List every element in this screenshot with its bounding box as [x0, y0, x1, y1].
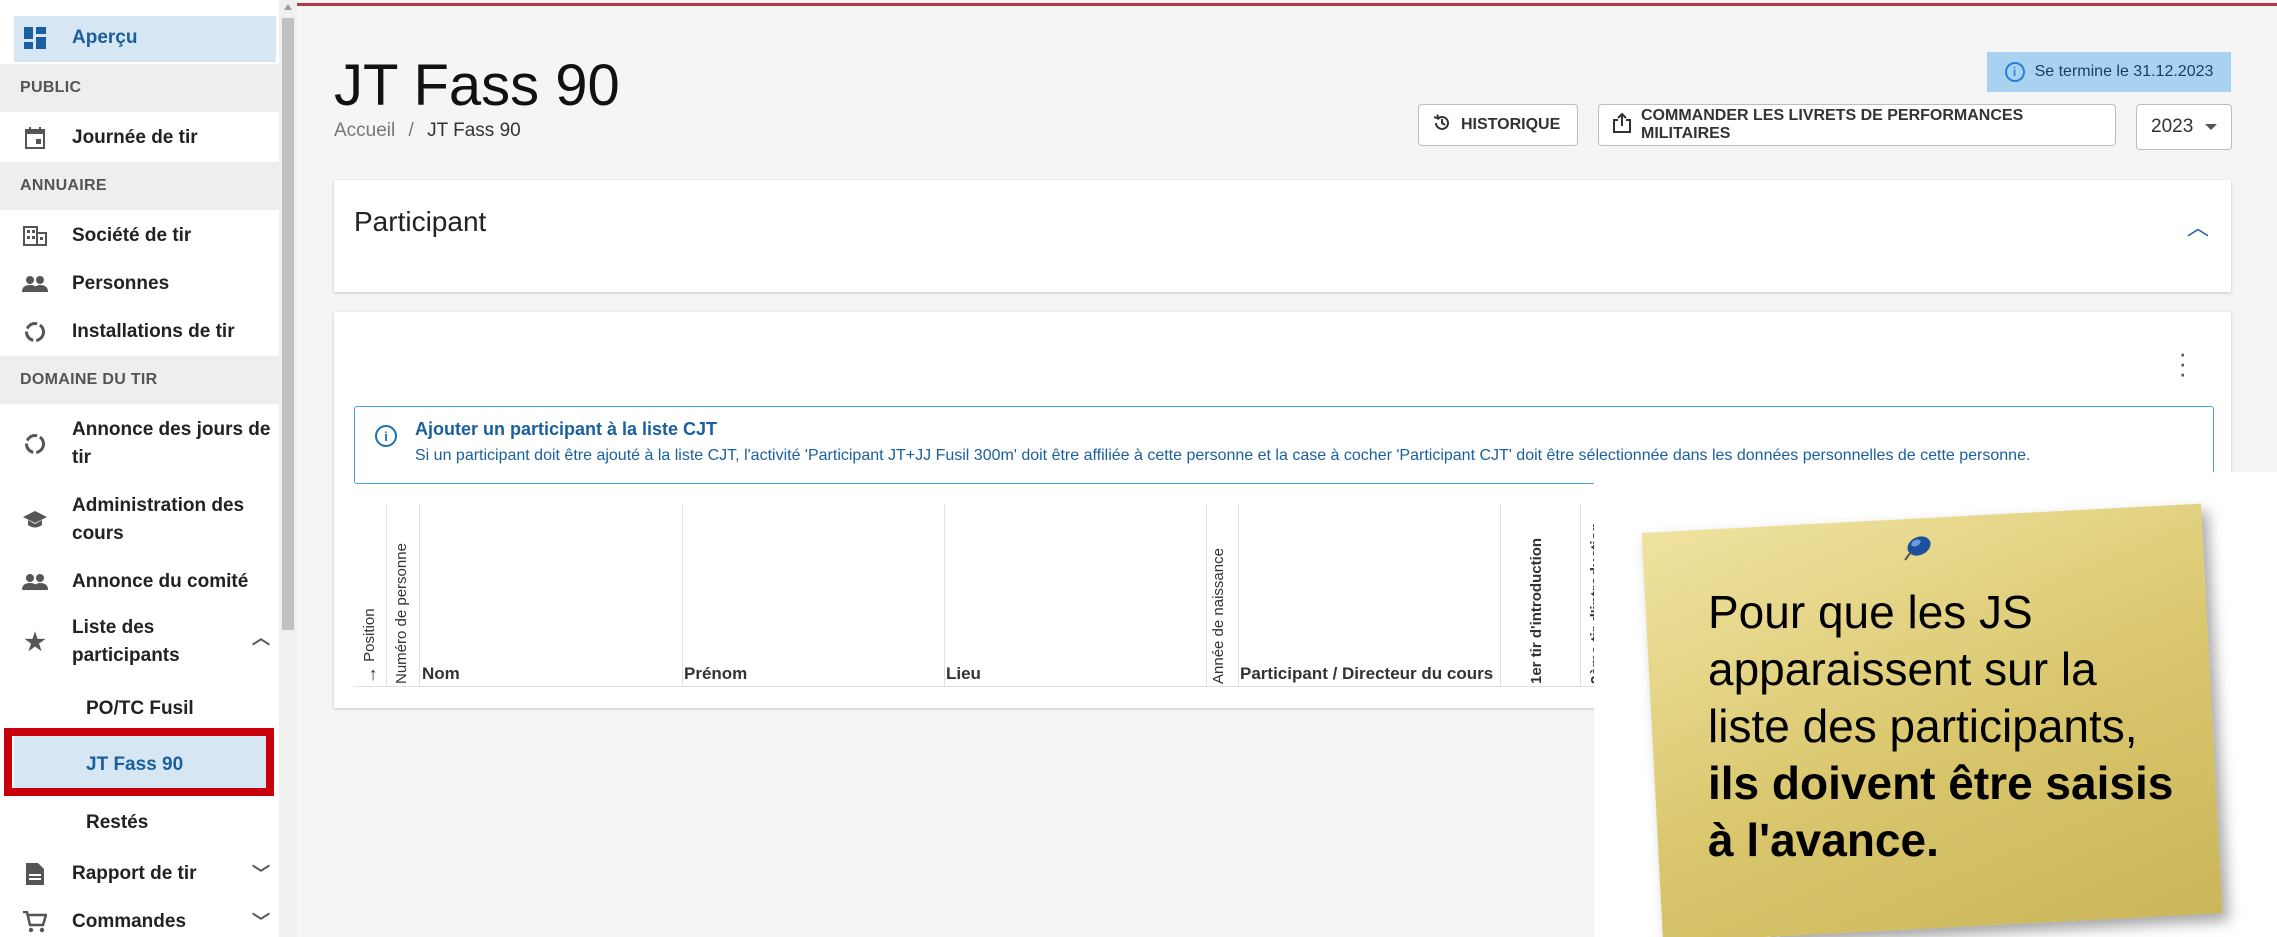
sidebar-scrollbar[interactable] [279, 0, 297, 937]
sidebar-item-liste[interactable]: ★ Liste des participants ︿ [14, 614, 276, 670]
year-select[interactable]: 2023 [2136, 104, 2232, 150]
end-date-badge: i Se termine le 31.12.2023 [1987, 52, 2231, 92]
column-divider [1580, 504, 1581, 686]
sidebar-subitem-po-tc[interactable]: PO/TC Fusil [86, 698, 194, 720]
column-divider [1238, 504, 1239, 686]
column-header-nom[interactable]: Nom [422, 664, 460, 684]
column-divider [386, 504, 387, 686]
sticky-note-plain: Pour que les JS apparaissent sur la list… [1708, 586, 2138, 752]
year-value: 2023 [2151, 116, 2194, 137]
column-header-label: Position [361, 608, 378, 662]
share-icon [1613, 112, 1631, 138]
sidebar-item-admin-cours[interactable]: Administration des cours [14, 492, 276, 548]
sticky-note-bold: ils doivent être saisis à l'avance. [1708, 757, 2174, 866]
column-header-1er-tir[interactable]: 1er tir d'introduction [1528, 534, 1545, 684]
section-domaine: DOMAINE DU TIR [0, 356, 279, 404]
highlight-box [4, 728, 274, 796]
historique-button[interactable]: HISTORIQUE [1418, 104, 1578, 146]
page-title: JT Fass 90 [334, 53, 620, 118]
sidebar-item-label: Annonce du comité [72, 571, 249, 592]
column-divider [1206, 504, 1207, 686]
sidebar-item-installations[interactable]: Installations de tir [14, 318, 276, 346]
sidebar-item-label: Annonce des jours de [72, 419, 271, 440]
sidebar-item-label: Administration des [72, 495, 245, 516]
sidebar-item-label-line2: tir [72, 447, 91, 468]
target-icon [22, 319, 48, 345]
column-header-numero[interactable]: Numéro de personne [393, 528, 410, 684]
sidebar-item-societe[interactable]: Société de tir [14, 222, 276, 250]
building-icon [22, 223, 48, 249]
star-icon: ★ [24, 628, 46, 656]
column-divider [419, 504, 420, 686]
sidebar-item-label: Aperçu [72, 27, 138, 48]
column-header-annee[interactable]: Année de naissance [1210, 538, 1227, 684]
sidebar-item-journee[interactable]: Journée de tir [14, 124, 276, 152]
graduation-cap-icon [22, 507, 48, 533]
sidebar-item-label: Personnes [72, 273, 170, 294]
calendar-icon [22, 125, 48, 151]
document-icon [22, 861, 48, 887]
dropdown-arrow-icon [2205, 124, 2218, 130]
breadcrumb-current: JT Fass 90 [427, 120, 521, 141]
column-divider [682, 504, 683, 686]
participant-card: Participant ︿ [334, 180, 2231, 292]
column-divider [944, 504, 945, 686]
push-pin-icon [1904, 536, 1931, 561]
column-divider [1500, 504, 1501, 686]
scroll-up-arrow-icon[interactable] [284, 4, 292, 10]
section-annuaire: ANNUAIRE [0, 162, 279, 210]
chevron-down-icon[interactable]: ﹀ [252, 908, 270, 934]
sidebar-item-label: Commandes [72, 911, 187, 932]
dashboard-icon [22, 25, 48, 51]
sidebar-item-apercu[interactable]: Aperçu [14, 24, 276, 52]
sidebar-item-label: Société de tir [72, 225, 192, 246]
history-icon [1433, 113, 1451, 137]
chevron-down-icon[interactable]: ﹀ [252, 860, 270, 886]
breadcrumb-home[interactable]: Accueil [334, 120, 395, 141]
target-icon [22, 431, 48, 457]
end-date-text: Se termine le 31.12.2023 [2034, 63, 2214, 80]
more-vert-icon[interactable]: · · · [2178, 340, 2187, 386]
sidebar-item-label: Installations de tir [72, 321, 235, 342]
sidebar-item-annonce-jours[interactable]: Annonce des jours de tir [14, 416, 276, 472]
sidebar-item-label: Rapport de tir [72, 863, 197, 884]
column-header-prenom[interactable]: Prénom [684, 664, 747, 684]
info-alert-heading: Ajouter un participant à la liste CJT [415, 419, 718, 439]
breadcrumb: Accueil / JT Fass 90 [334, 120, 521, 142]
column-header-participant-directeur[interactable]: Participant / Directeur du cours [1240, 664, 1493, 684]
column-header-position[interactable]: → Position [360, 598, 381, 684]
info-icon: i [2004, 62, 2025, 82]
chevron-up-icon[interactable]: ︿ [252, 624, 270, 650]
breadcrumb-separator: / [408, 120, 414, 141]
chevron-up-icon[interactable]: ︿ [2187, 210, 2209, 242]
info-alert-text: Si un participant doit être ajouté à la … [415, 447, 2031, 464]
sidebar-item-rapport[interactable]: Rapport de tir ﹀ [14, 860, 276, 888]
sticky-note-text: Pour que les JS apparaissent sur la list… [1708, 584, 2178, 869]
sidebar-item-label: Journée de tir [72, 127, 198, 148]
info-icon: i [375, 425, 397, 447]
sidebar-item-annonce-comite[interactable]: Annonce du comité [14, 568, 276, 596]
commander-label: COMMANDER LES LIVRETS DE PERFORMANCES MI… [1641, 107, 2024, 142]
scrollbar-thumb[interactable] [282, 18, 294, 630]
column-header-lieu[interactable]: Lieu [946, 664, 981, 684]
participant-card-title: Participant [354, 206, 487, 237]
sidebar-subitem-restes[interactable]: Restés [86, 812, 148, 834]
sort-arrow-icon: → [360, 666, 380, 684]
commander-livrets-button[interactable]: COMMANDER LES LIVRETS DE PERFORMANCES MI… [1598, 104, 2116, 146]
sidebar-item-label-line2: participants [72, 645, 180, 666]
sidebar: Aperçu PUBLIC Journée de tir ANNUAIRE So… [0, 0, 297, 937]
cart-icon [22, 909, 48, 935]
people-icon [22, 271, 48, 297]
section-public: PUBLIC [0, 64, 279, 112]
people-icon [22, 569, 48, 595]
historique-label: HISTORIQUE [1461, 116, 1561, 133]
top-accent-line [297, 0, 2277, 6]
sidebar-item-label: Liste des [72, 617, 155, 638]
sidebar-item-label-line2: cours [72, 523, 124, 544]
sidebar-item-commandes[interactable]: Commandes ﹀ [14, 908, 276, 936]
sidebar-item-personnes[interactable]: Personnes [14, 270, 276, 298]
